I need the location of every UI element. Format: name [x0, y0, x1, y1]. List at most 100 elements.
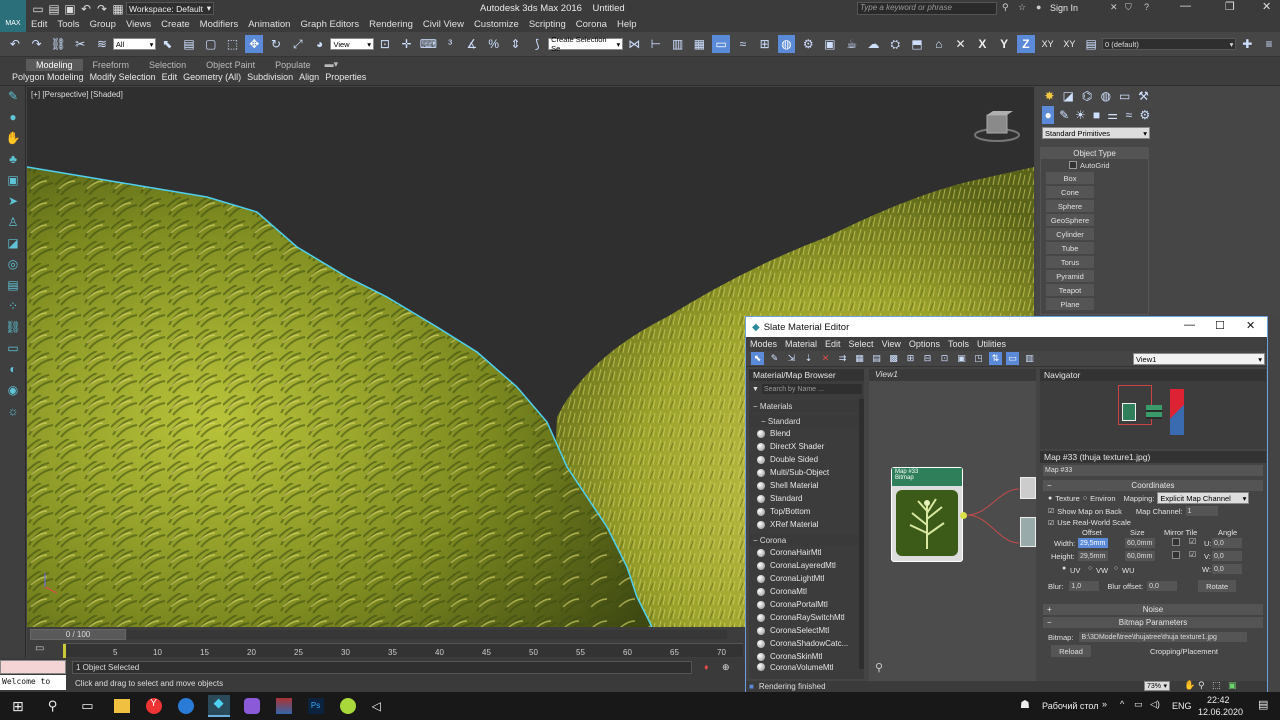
material-item-double-sided[interactable]: Double Sided — [749, 453, 864, 466]
new-icon[interactable]: ▭ — [32, 2, 44, 16]
pivot-icon[interactable]: ⊡ — [376, 35, 394, 53]
track-bar[interactable]: 5 10 15 20 25 30 35 40 45 50 55 60 65 70 — [63, 643, 743, 658]
motion-tab-icon[interactable]: ◍ — [1098, 87, 1113, 105]
menu-civil-view[interactable]: Civil View — [423, 19, 464, 30]
mirror-icon[interactable]: ⋈ — [625, 35, 643, 53]
menu-rendering[interactable]: Rendering — [369, 19, 413, 30]
display-tab-icon[interactable]: ▭ — [1117, 87, 1132, 105]
notifications-icon[interactable]: ▤ — [1258, 698, 1268, 711]
menu-help[interactable]: Help — [617, 19, 637, 30]
v-tile-checkbox[interactable]: ☑ — [1189, 550, 1196, 559]
tray-arrow-icon[interactable]: » — [1102, 699, 1107, 709]
layout-children-icon[interactable]: ⊟ — [921, 352, 934, 365]
listener-box[interactable] — [0, 660, 66, 674]
material-item-corona-light[interactable]: CoronaLightMtl — [749, 572, 864, 585]
figure-icon[interactable]: ♙ — [4, 215, 22, 233]
w-angle-input[interactable]: 0,0 — [1212, 564, 1242, 574]
cylinder-button[interactable]: Cylinder — [1046, 228, 1094, 240]
pick-material-icon[interactable]: ✎ — [768, 352, 781, 365]
render-icon[interactable]: ☕ — [843, 35, 861, 53]
axis-z-button[interactable]: Z — [1016, 35, 1035, 53]
panel-polygon-modeling[interactable]: Polygon Modeling — [12, 72, 84, 82]
slate-menu-select[interactable]: Select — [849, 339, 874, 349]
place-icon[interactable]: ◕ — [311, 35, 329, 53]
material-item-top-bottom[interactable]: Top/Bottom — [749, 505, 864, 518]
tab-selection[interactable]: Selection — [139, 59, 196, 71]
slate-menu-view[interactable]: View — [882, 339, 901, 349]
lights-icon[interactable]: ☀ — [1074, 106, 1086, 124]
helpers-icon[interactable]: ⚌ — [1107, 106, 1119, 124]
panel-align[interactable]: Align — [299, 72, 319, 82]
layer-dropdown[interactable]: 0 (default) ▾ — [1102, 38, 1237, 50]
help-icon[interactable]: ? — [1144, 2, 1149, 12]
browser-scrollbar[interactable] — [859, 399, 864, 669]
tab-modeling[interactable]: Modeling — [26, 58, 83, 71]
rotate-icon[interactable]: ↻ — [267, 35, 285, 53]
layer-manager-icon[interactable]: ▥ — [669, 35, 687, 53]
layers-icon[interactable]: ▤ — [4, 278, 22, 296]
menu-animation[interactable]: Animation — [248, 19, 290, 30]
winrar-icon[interactable] — [275, 698, 292, 714]
corona-fb-icon[interactable]: ⬒ — [908, 35, 926, 53]
viewport-label[interactable]: [+] [Perspective] [Shaded] — [31, 90, 123, 99]
rect-selection-icon[interactable]: ▢ — [202, 35, 220, 53]
spacewarps-icon[interactable]: ≈ — [1123, 106, 1135, 124]
material-node-a[interactable] — [1020, 477, 1036, 499]
v-angle-input[interactable]: 0,0 — [1212, 551, 1242, 561]
media-icon[interactable]: ◁ — [372, 699, 381, 713]
shapes-icon[interactable]: ✎ — [1058, 106, 1070, 124]
menu-group[interactable]: Group — [90, 19, 116, 30]
bitmap-node[interactable]: Map #33 Bitmap — [891, 467, 967, 562]
app-logo[interactable]: MAX — [0, 0, 26, 32]
systems-icon[interactable]: ⚙ — [1139, 106, 1151, 124]
geosphere-button[interactable]: GeoSphere — [1046, 214, 1094, 226]
ribbon-toggle-icon[interactable]: ▭ — [712, 35, 731, 53]
material-node-b[interactable] — [1020, 517, 1036, 547]
v-mirror-checkbox[interactable] — [1172, 551, 1180, 559]
geometry-icon[interactable]: ● — [1042, 106, 1055, 124]
pan-icon[interactable]: ✋ — [1184, 680, 1195, 691]
panel-subdivision[interactable]: Subdivision — [247, 72, 293, 82]
link-icon[interactable]: ⛓ — [50, 35, 68, 53]
material-item-corona-hair[interactable]: CoronaHairMtl — [749, 546, 864, 559]
slate-menu-utilities[interactable]: Utilities — [977, 339, 1006, 349]
browser-options-icon[interactable]: ▼ — [752, 386, 759, 393]
u-mirror-checkbox[interactable] — [1172, 538, 1180, 546]
network-icon[interactable]: ▭ — [1134, 699, 1143, 710]
utilities-tab-icon[interactable]: ⚒ — [1136, 87, 1151, 105]
wu-radio[interactable]: ○ — [1114, 565, 1118, 572]
render-frame-icon[interactable]: ▣ — [821, 35, 839, 53]
menu-graph-editors[interactable]: Graph Editors — [300, 19, 359, 30]
star-icon[interactable]: ☆ — [1018, 2, 1026, 13]
unlink-icon[interactable]: ✂ — [71, 35, 89, 53]
paint-icon[interactable]: ✎ — [4, 89, 22, 107]
layout-all-icon[interactable]: ⊞ — [904, 352, 917, 365]
menu-corona[interactable]: Corona — [576, 19, 607, 30]
width-offset-input[interactable]: 29,5mm — [1078, 538, 1108, 548]
node-output-socket[interactable] — [960, 512, 967, 519]
blur-input[interactable]: 1,0 — [1069, 581, 1100, 591]
menu-scripting[interactable]: Scripting — [529, 19, 566, 30]
slate-menu-options[interactable]: Options — [909, 339, 940, 349]
coordinates-header[interactable]: − Coordinates — [1043, 480, 1263, 491]
put-to-scene-icon[interactable]: ⇲ — [785, 352, 798, 365]
panel-edit[interactable]: Edit — [162, 72, 178, 82]
map-name-field[interactable]: Map #33 — [1043, 465, 1263, 476]
save-icon[interactable]: ▣ — [64, 2, 76, 16]
material-item-corona-shadowcatcher[interactable]: CoronaShadowCatc... — [749, 637, 864, 650]
corona-interactive-icon[interactable]: ⛭ — [886, 35, 904, 53]
slate-menu-tools[interactable]: Tools — [948, 339, 969, 349]
hierarchy-tab-icon[interactable]: ⌬ — [1080, 87, 1095, 105]
panel-modify-selection[interactable]: Modify Selection — [90, 72, 156, 82]
u-tile-checkbox[interactable]: ☑ — [1189, 537, 1196, 546]
pyramid-button[interactable]: Pyramid — [1046, 270, 1094, 282]
time-slider-track[interactable] — [127, 630, 727, 639]
show-map-checkbox[interactable]: ☑ — [1048, 507, 1054, 515]
panel-properties[interactable]: Properties — [325, 72, 366, 82]
environ-radio[interactable]: ○ — [1083, 495, 1087, 502]
slate-maximize-button[interactable]: ☐ — [1215, 319, 1225, 332]
slate-menu-material[interactable]: Material — [785, 339, 817, 349]
vw-radio[interactable]: ○ — [1088, 565, 1092, 572]
autodesk-icon[interactable]: ⛉ — [1125, 2, 1132, 13]
axis-xy-button[interactable]: XY — [1039, 35, 1057, 53]
